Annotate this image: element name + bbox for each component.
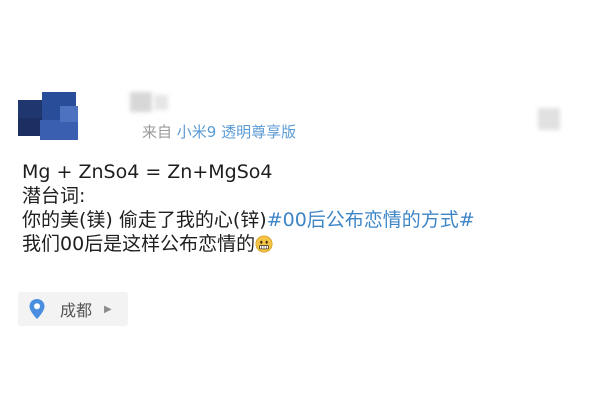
post-line-equation: Mg + ZnSo4 = Zn+MgSo4 bbox=[22, 161, 273, 183]
closing-text: 我们00后是这样公布恋情的 bbox=[22, 233, 256, 255]
post-line-subtext-label: 潜台词: bbox=[22, 185, 86, 207]
username-blurred[interactable] bbox=[130, 92, 152, 112]
source-device[interactable]: 小米9 透明尊享版 bbox=[177, 123, 296, 141]
pun-text: 你的美(镁) 偷走了我的心(锌) bbox=[22, 209, 267, 231]
grimacing-face-icon bbox=[255, 235, 273, 253]
avatar[interactable] bbox=[18, 92, 80, 140]
topic-tag-link[interactable]: #00后公布恋情的方式# bbox=[267, 209, 475, 231]
post-source: 来自 小米9 透明尊享版 bbox=[142, 121, 296, 142]
username-blurred-part bbox=[154, 95, 168, 110]
chevron-right-icon: ▶ bbox=[104, 303, 112, 315]
source-prefix: 来自 bbox=[142, 123, 173, 141]
location-pin-icon bbox=[29, 299, 45, 319]
location-tag[interactable]: 成都 ▶ bbox=[18, 292, 128, 326]
location-label: 成都 bbox=[60, 301, 93, 320]
post-body: Mg + ZnSo4 = Zn+MgSo4 潜台词: 你的美(镁) 偷走了我的心… bbox=[22, 160, 475, 256]
more-options-icon[interactable] bbox=[538, 108, 560, 130]
post-line-pun: 你的美(镁) 偷走了我的心(锌)#00后公布恋情的方式# bbox=[22, 208, 475, 232]
post-line-closing: 我们00后是这样公布恋情的 bbox=[22, 232, 475, 256]
